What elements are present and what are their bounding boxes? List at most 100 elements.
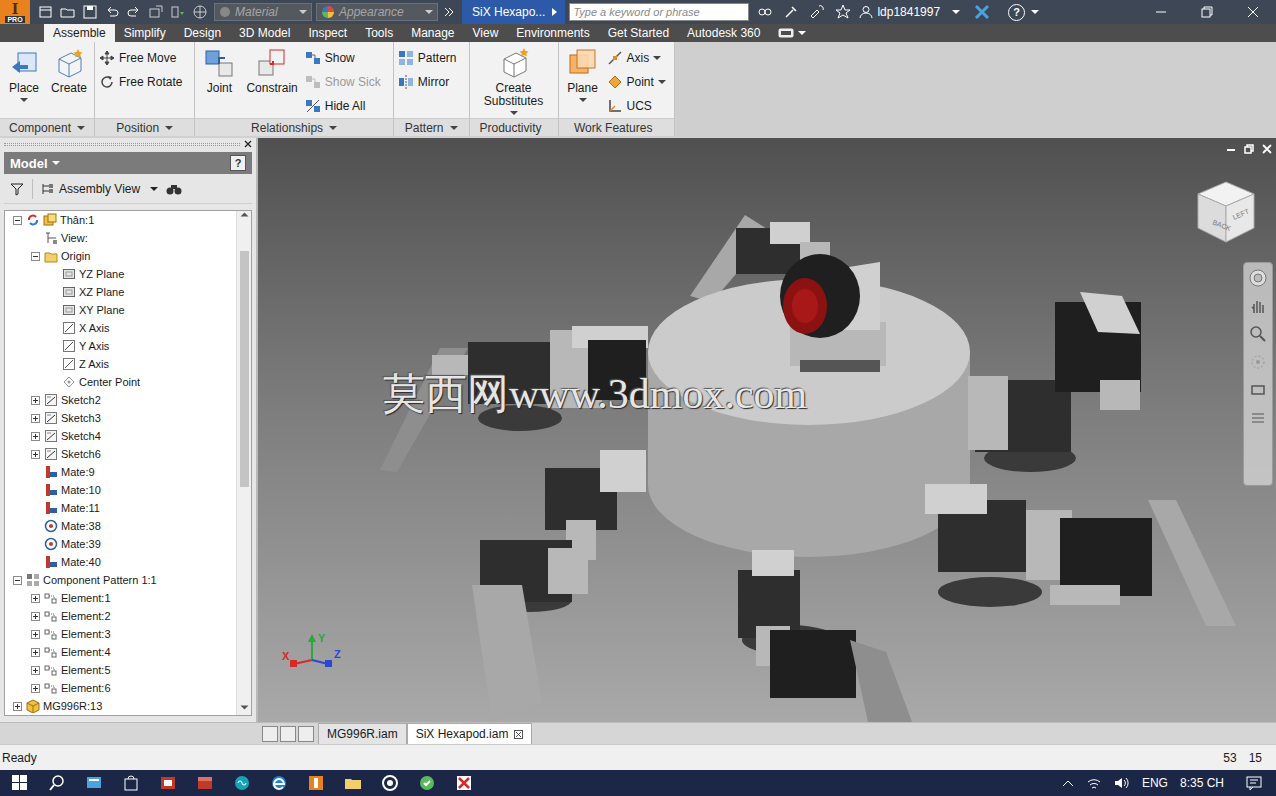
tile-button[interactable] (262, 726, 278, 742)
ribbon-button[interactable]: Create Substitutes (474, 45, 554, 118)
tray-expand-button[interactable] (1062, 779, 1074, 787)
exchange-button[interactable] (974, 4, 990, 20)
app-logo[interactable]: IPRO (0, 0, 30, 24)
ribbon-group-label[interactable]: Position (95, 118, 194, 136)
tree-item[interactable]: XY Plane (5, 301, 236, 319)
ribbon-group-label[interactable]: Relationships (195, 118, 392, 136)
expand-toggle[interactable] (31, 396, 40, 405)
material-dropdown[interactable]: Material (214, 3, 312, 21)
store-button[interactable] (121, 774, 141, 792)
filter-button[interactable] (10, 182, 24, 196)
tree-item[interactable]: Mate:39 (5, 535, 236, 553)
ribbon-button[interactable]: Free Rotate (99, 70, 190, 94)
expand-toggle[interactable] (31, 252, 40, 261)
save-button[interactable] (82, 4, 98, 20)
arduino-button[interactable] (232, 774, 252, 792)
find-button[interactable] (166, 182, 182, 196)
help-button[interactable]: ? (1008, 4, 1025, 21)
tree-item[interactable]: Element:6 (5, 679, 236, 697)
ribbon-tab[interactable]: Assemble (44, 24, 115, 42)
expand-toggle[interactable] (31, 648, 40, 657)
expand-toggle[interactable] (31, 594, 40, 603)
tree-item[interactable]: Sketch3 (5, 409, 236, 427)
close-button[interactable] (1230, 0, 1276, 24)
expand-toggle[interactable] (13, 216, 22, 225)
appearance-dropdown[interactable]: Appearance (316, 3, 438, 21)
ribbon-button[interactable]: Plane (563, 45, 603, 118)
customize-button[interactable] (1249, 409, 1267, 427)
ribbon-button[interactable]: Point (607, 70, 670, 94)
viewport-minimize-button[interactable] (1226, 144, 1236, 154)
expand-toggle[interactable] (31, 414, 40, 423)
expand-toggle[interactable] (31, 450, 40, 459)
expand-toggle[interactable] (31, 630, 40, 639)
ribbon-button[interactable]: Pattern (398, 46, 465, 70)
red-app-button[interactable] (454, 774, 474, 792)
ribbon-tab[interactable]: Simplify (115, 24, 175, 42)
tree-item[interactable]: X Axis (5, 319, 236, 337)
viewport-restore-button[interactable] (1244, 144, 1254, 154)
tree-item[interactable]: Element:5 (5, 661, 236, 679)
tree-item[interactable]: MG996R:13 (5, 697, 236, 715)
media-button[interactable] (380, 774, 400, 792)
document-menu-button[interactable] (298, 726, 314, 742)
expand-toggle[interactable] (13, 702, 22, 711)
ribbon-tab[interactable]: Environments (507, 24, 598, 42)
ribbon-button[interactable]: Constrain (243, 45, 300, 118)
user-name[interactable]: ldp1841997 (877, 5, 940, 19)
document-tab[interactable]: MG996R.iam (318, 723, 407, 744)
zoom-button[interactable] (1249, 325, 1267, 343)
update-button[interactable] (148, 4, 164, 20)
ribbon-button[interactable]: Axis (607, 46, 670, 70)
search-input[interactable] (573, 6, 745, 18)
viewport-close-button[interactable] (1262, 144, 1272, 154)
tree-item[interactable]: Sketch6 (5, 445, 236, 463)
open-button[interactable] (60, 4, 76, 20)
ribbon-tab[interactable]: Design (175, 24, 230, 42)
green-app-button[interactable] (417, 774, 437, 792)
look-at-button[interactable] (1249, 381, 1267, 399)
ribbon-tab[interactable]: Get Started (599, 24, 678, 42)
input-language[interactable]: ENG (1142, 776, 1168, 790)
document-tab[interactable]: SiX Hexapod.iam (407, 723, 533, 744)
restore-button[interactable] (1184, 0, 1230, 24)
ribbon-tab[interactable]: Autodesk 360 (678, 24, 769, 42)
network-button[interactable] (1086, 776, 1102, 790)
user-menu[interactable]: ldp1841997 (859, 5, 960, 19)
tree-item[interactable]: XZ Plane (5, 283, 236, 301)
ribbon-button[interactable]: Create (48, 45, 90, 118)
tree-item[interactable]: View: (5, 229, 236, 247)
ribbon-tab[interactable]: View (464, 24, 508, 42)
windows-start-button[interactable] (10, 774, 30, 792)
tree-item[interactable]: Element:2 (5, 607, 236, 625)
ribbon-button[interactable]: Place (4, 45, 44, 118)
graphics-window[interactable]: 莫西网www.3dmox.comBACKLEFTXYZ (258, 138, 1276, 722)
calendar-app-button[interactable] (195, 774, 215, 792)
tree-item[interactable]: Z Axis (5, 355, 236, 373)
tools-button[interactable] (783, 4, 799, 20)
tree-item[interactable]: Sketch2 (5, 391, 236, 409)
cascade-button[interactable] (280, 726, 296, 742)
viewcube[interactable]: BACKLEFT (1196, 180, 1256, 247)
app-button[interactable] (158, 774, 178, 792)
tree-item[interactable]: Mate:10 (5, 481, 236, 499)
tree-item[interactable]: Sketch4 (5, 427, 236, 445)
view-dropdown[interactable]: Assembly View (41, 182, 158, 196)
ribbon-button[interactable]: Mirror (398, 70, 465, 94)
ribbon-button[interactable]: Hide All (305, 94, 389, 118)
scroll-thumb[interactable] (240, 251, 249, 487)
tree-item[interactable]: Component Pattern 1:1 (5, 571, 236, 589)
search-box[interactable] (569, 3, 749, 21)
tree-item[interactable]: Mate:11 (5, 499, 236, 517)
home-button[interactable] (192, 4, 208, 20)
tree-item[interactable]: Origin (5, 247, 236, 265)
tree-item[interactable]: YZ Plane (5, 265, 236, 283)
expand-toggle[interactable] (31, 432, 40, 441)
tree-item[interactable]: Y Axis (5, 337, 236, 355)
ribbon-button[interactable]: Show Sick (305, 70, 389, 94)
more-button[interactable] (444, 7, 454, 17)
tree-item[interactable]: Center Point (5, 373, 236, 391)
steering-wheel-button[interactable] (1249, 269, 1267, 287)
viewcube-face[interactable]: BACK (1212, 218, 1233, 232)
ribbon-tab[interactable]: Manage (402, 24, 463, 42)
